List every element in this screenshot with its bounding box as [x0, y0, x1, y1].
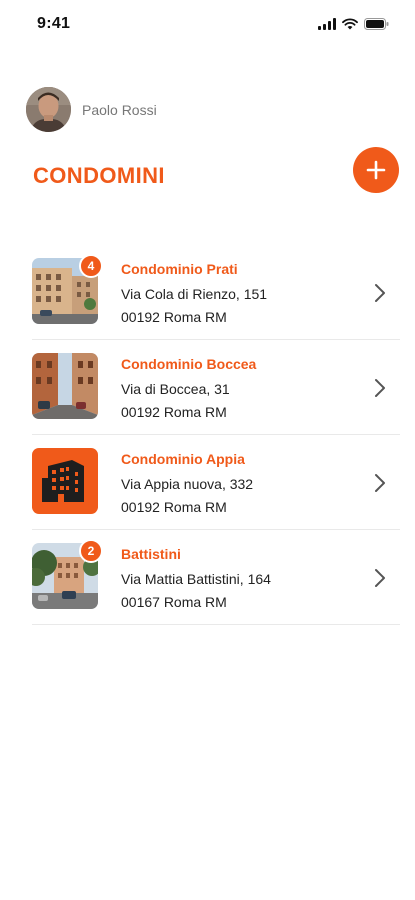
status-time: 9:41	[37, 15, 71, 32]
list-item-condominio-appia[interactable]: Condominio Appia Via Appia nuova, 332 00…	[32, 435, 400, 530]
profile-name: Paolo Rossi	[82, 101, 157, 118]
condominio-name: Condominio Appia	[121, 451, 245, 467]
chevron-right-icon[interactable]	[374, 283, 386, 303]
item-details: Condominio Appia Via Appia nuova, 332 00…	[121, 450, 253, 518]
condominio-address: Via Cola di Rienzo, 151	[121, 286, 268, 302]
chevron-right-icon[interactable]	[374, 568, 386, 588]
notification-badge: 4	[79, 254, 103, 278]
list-item-condominio-prati[interactable]: 4 Condominio Prati Via Cola di Rienzo, 1…	[32, 245, 400, 340]
notification-badge: 2	[79, 539, 103, 563]
condominio-city: 00192 Roma RM	[121, 404, 227, 420]
condominio-address: Via Appia nuova, 332	[121, 476, 254, 492]
profile[interactable]: Paolo Rossi	[26, 87, 157, 132]
wifi-icon	[342, 18, 358, 30]
list-item-condominio-boccea[interactable]: Condominio Boccea Via di Boccea, 31 0019…	[32, 340, 400, 435]
plus-icon	[366, 160, 386, 180]
item-details: Condominio Boccea Via di Boccea, 31 0019…	[121, 355, 256, 423]
condominio-name: Condominio Prati	[121, 261, 238, 277]
signal-icon	[318, 18, 336, 30]
add-condominio-button[interactable]	[353, 147, 399, 193]
condominio-address: Via Mattia Battistini, 164	[121, 571, 271, 587]
condominio-address: Via di Boccea, 31	[121, 381, 230, 397]
condominio-city: 00192 Roma RM	[121, 499, 227, 515]
condominio-city: 00167 Roma RM	[121, 594, 227, 610]
condomini-list: 4 Condominio Prati Via Cola di Rienzo, 1…	[32, 245, 400, 625]
building-placeholder-icon	[32, 448, 98, 514]
condominio-name: Condominio Boccea	[121, 356, 257, 372]
chevron-right-icon[interactable]	[374, 378, 386, 398]
list-item-battistini[interactable]: 2 Battistini Via Mattia Battistini, 164 …	[32, 530, 400, 625]
item-details: Battistini Via Mattia Battistini, 164 00…	[121, 545, 271, 613]
condominio-name: Battistini	[121, 546, 181, 562]
chevron-right-icon[interactable]	[374, 473, 386, 493]
avatar-icon[interactable]	[26, 87, 71, 132]
page-title: CONDOMINI	[33, 163, 165, 188]
condominio-city: 00192 Roma RM	[121, 309, 227, 325]
building-photo	[32, 353, 98, 419]
item-details: Condominio Prati Via Cola di Rienzo, 151…	[121, 260, 267, 328]
status-bar: 9:41	[0, 0, 415, 48]
battery-icon	[364, 18, 389, 30]
status-icons	[318, 18, 389, 30]
